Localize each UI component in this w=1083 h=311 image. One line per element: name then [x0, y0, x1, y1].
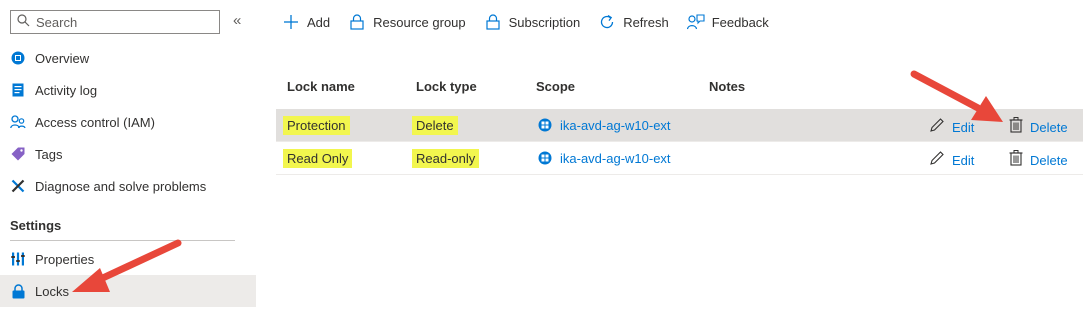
feedback-label: Feedback — [711, 14, 769, 30]
settings-section-header: Settings — [10, 218, 62, 233]
sidebar-item-label: Activity log — [35, 82, 98, 98]
add-button[interactable]: Add — [282, 13, 330, 31]
refresh-label: Refresh — [623, 14, 669, 30]
feedback-icon — [686, 13, 705, 31]
sidebar-item-properties[interactable]: Properties — [0, 243, 256, 275]
edit-label: Edit — [952, 119, 975, 135]
sidebar-item-label: Access control (IAM) — [35, 114, 155, 130]
column-header-scope[interactable]: Scope — [536, 79, 575, 94]
iam-icon — [10, 114, 26, 130]
search-input[interactable] — [36, 14, 206, 30]
table-row[interactable]: Protection Delete ika-avd-ag-w10-ext Edi… — [276, 109, 1083, 141]
lock-name-cell: Protection — [283, 115, 350, 135]
sidebar: « Overview Activity log Access control (… — [0, 0, 256, 311]
feedback-button[interactable]: Feedback — [686, 13, 769, 31]
edit-button[interactable]: Edit — [929, 109, 974, 141]
edit-button[interactable]: Edit — [929, 142, 974, 174]
sidebar-item-label: Overview — [35, 50, 90, 66]
sidebar-item-label: Tags — [35, 146, 63, 162]
resource-group-label: Resource group — [373, 14, 466, 30]
section-divider — [10, 240, 235, 241]
resource-group-icon — [538, 151, 552, 165]
sidebar-item-diagnose[interactable]: Diagnose and solve problems — [0, 170, 256, 202]
resource-group-icon — [538, 118, 552, 132]
edit-label: Edit — [952, 152, 975, 168]
sidebar-item-overview[interactable]: Overview — [0, 42, 256, 74]
refresh-button[interactable]: Refresh — [598, 13, 669, 31]
diagnose-icon — [10, 178, 26, 194]
scope-label: ika-avd-ag-w10-ext — [560, 150, 671, 166]
column-header-lock-name[interactable]: Lock name — [287, 79, 355, 94]
trash-icon — [1009, 117, 1023, 133]
sidebar-item-label: Properties — [35, 251, 95, 267]
scope-label: ika-avd-ag-w10-ext — [560, 117, 671, 133]
column-header-lock-type[interactable]: Lock type — [416, 79, 477, 94]
overview-icon — [10, 50, 26, 66]
sidebar-item-label: Diagnose and solve problems — [35, 178, 207, 194]
sidebar-item-tags[interactable]: Tags — [0, 138, 256, 170]
column-header-notes[interactable]: Notes — [709, 79, 745, 94]
subscription-button[interactable]: Subscription — [484, 13, 581, 31]
command-bar: Add Resource group Subscription Refresh … — [282, 10, 787, 34]
pencil-icon — [929, 117, 945, 133]
plus-icon — [282, 13, 300, 31]
sidebar-item-locks[interactable]: Locks — [0, 275, 256, 307]
lock-type-cell: Read-only — [412, 148, 480, 168]
row-divider — [276, 174, 1083, 175]
delete-button[interactable]: Delete — [1009, 142, 1068, 174]
lock-outline-icon — [348, 13, 366, 31]
lock-type-cell: Delete — [412, 115, 458, 135]
sidebar-item-activity-log[interactable]: Activity log — [0, 74, 256, 106]
delete-label: Delete — [1030, 152, 1068, 168]
properties-icon — [10, 251, 26, 267]
add-label: Add — [307, 14, 331, 30]
scope-link[interactable]: ika-avd-ag-w10-ext — [538, 142, 671, 174]
subscription-label: Subscription — [508, 14, 581, 30]
activity-log-icon — [10, 82, 26, 98]
sidebar-item-iam[interactable]: Access control (IAM) — [0, 106, 256, 138]
tag-icon — [10, 146, 26, 162]
scope-link[interactable]: ika-avd-ag-w10-ext — [538, 109, 671, 141]
pencil-icon — [929, 150, 945, 166]
trash-icon — [1009, 150, 1023, 166]
lock-outline-icon — [484, 13, 502, 31]
refresh-icon — [598, 13, 616, 31]
lock-name-cell: Read Only — [283, 148, 353, 168]
delete-label: Delete — [1030, 119, 1068, 135]
search-icon — [17, 14, 30, 30]
table-row[interactable]: Read Only Read-only ika-avd-ag-w10-ext E… — [276, 142, 1083, 174]
search-box[interactable] — [10, 10, 220, 34]
sidebar-item-label: Locks — [35, 283, 69, 299]
lock-icon — [10, 283, 26, 299]
resource-group-button[interactable]: Resource group — [348, 13, 466, 31]
delete-button[interactable]: Delete — [1009, 109, 1068, 141]
collapse-sidebar-button[interactable]: « — [233, 12, 241, 29]
